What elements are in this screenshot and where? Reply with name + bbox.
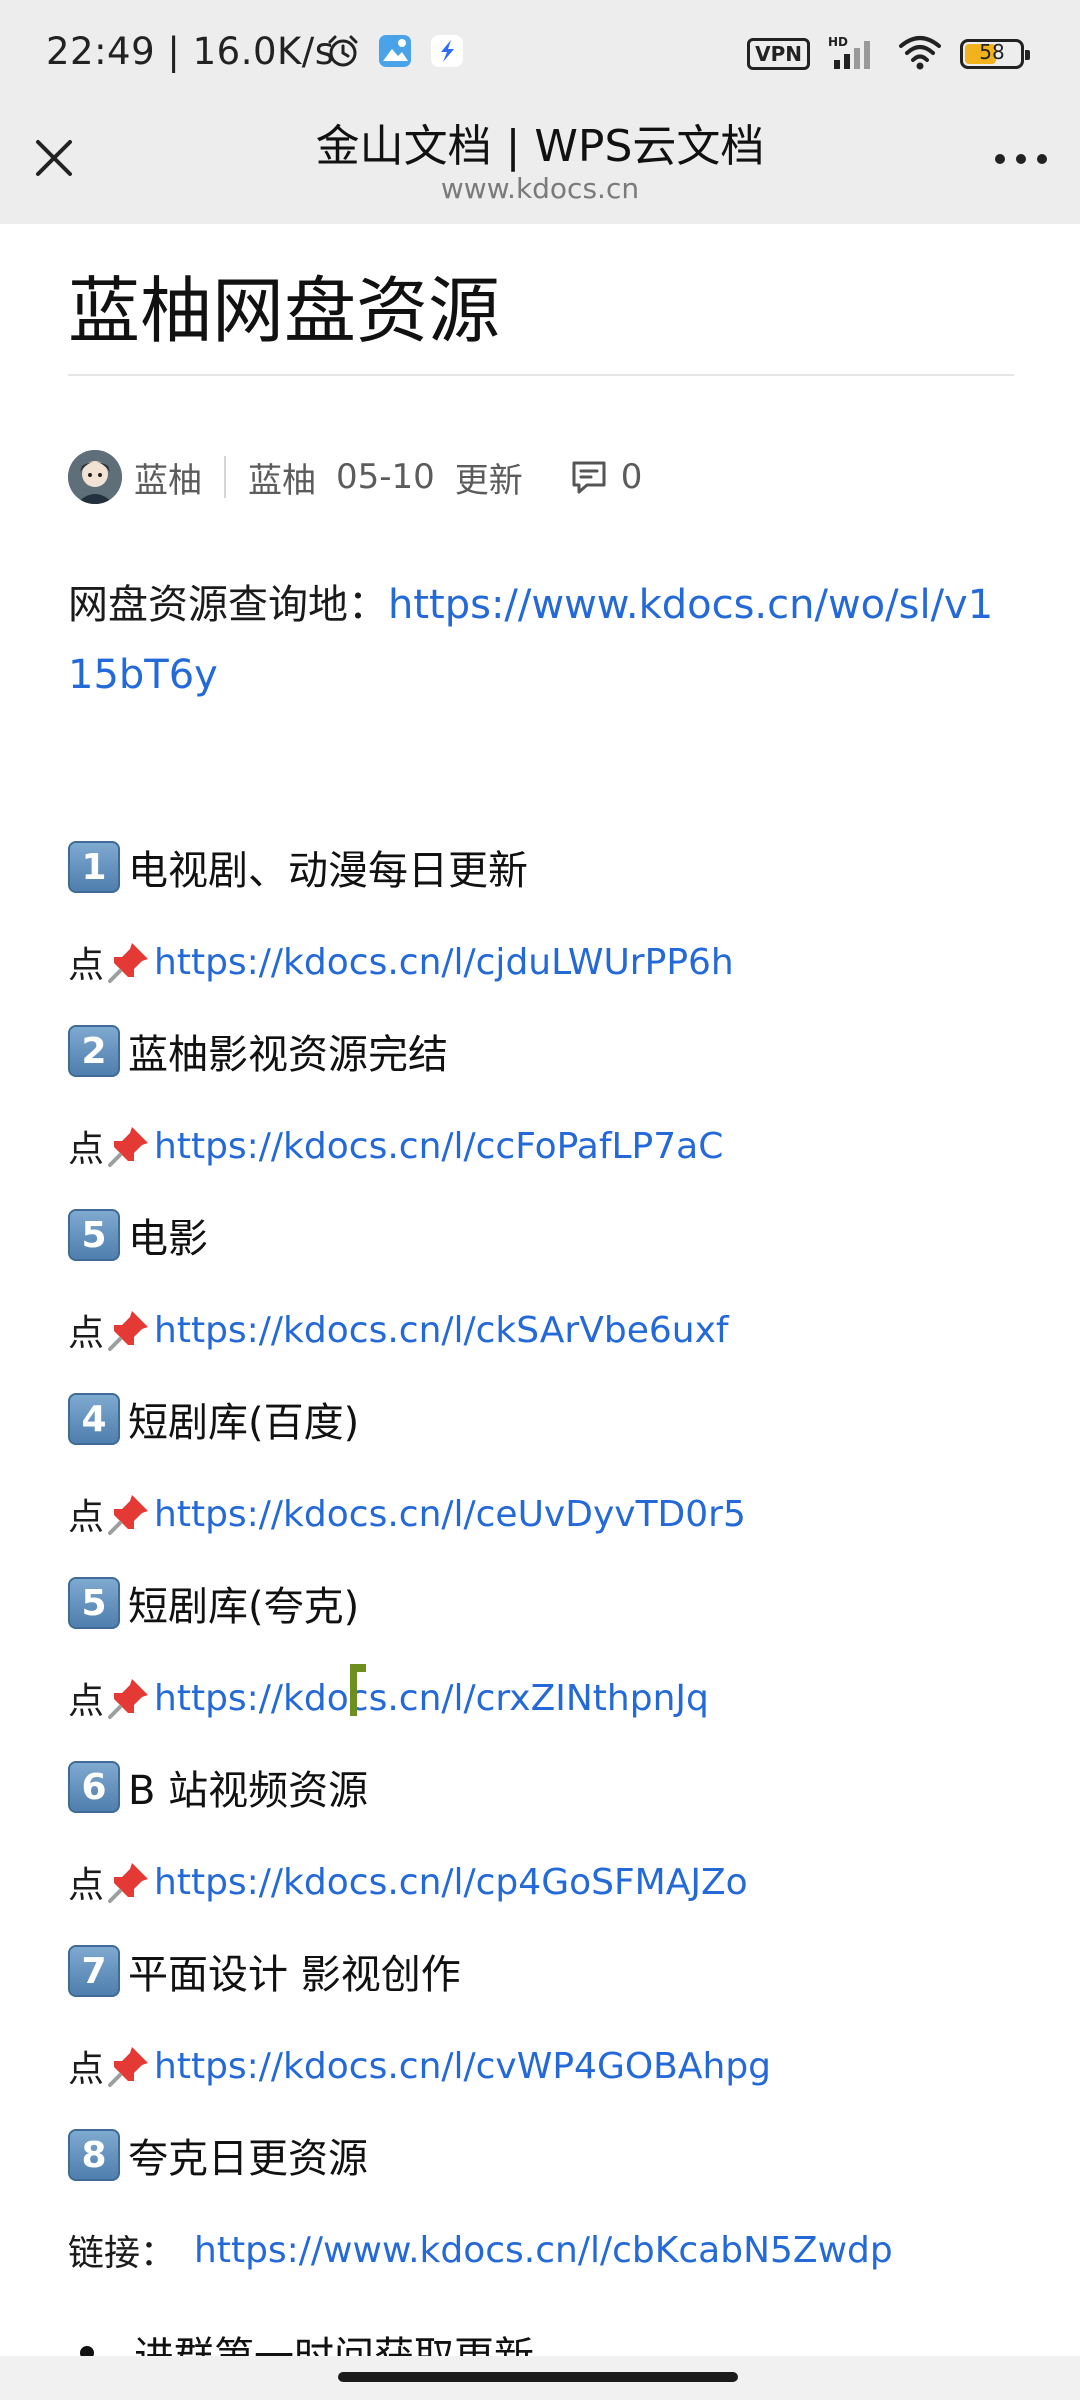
pushpin-icon <box>106 939 152 985</box>
section-link[interactable]: https://kdocs.cn/l/crxZINthpnJq <box>154 1678 709 1719</box>
keycap-number-icon: 8 <box>68 2129 120 2181</box>
query-label: 网盘资源查询地： <box>68 582 388 628</box>
author-name[interactable]: 蓝柚 <box>134 453 202 502</box>
section-link-line: 点 https://kdocs.cn/l/cjduLWUrPP6h <box>68 936 734 988</box>
section-title: 蓝柚影视资源完结 <box>128 1032 448 1078</box>
text-cursor-cap <box>350 1664 366 1672</box>
section-heading: 7 平面设计 影视创作 <box>68 1942 461 2000</box>
section-title: 电影 <box>128 1216 208 1262</box>
link-prefix: 点 <box>68 1313 105 1354</box>
hd-signal-icon: HD <box>828 34 880 74</box>
status-time: 22:49 | 16.0K/s <box>46 30 335 73</box>
pushpin-icon <box>106 1491 152 1537</box>
section-link-line: 点 https://kdocs.cn/l/ccFoPafLP7aC <box>68 1120 723 1172</box>
meta-separator <box>224 456 226 498</box>
keycap-number-icon: 6 <box>68 1761 120 1813</box>
section-heading: 5 短剧库(夸克) <box>68 1574 359 1632</box>
more-button[interactable] <box>986 130 1056 190</box>
alarm-icon <box>324 32 362 70</box>
more-icon <box>993 151 1049 170</box>
section-link[interactable]: https://kdocs.cn/l/cjduLWUrPP6h <box>154 942 734 983</box>
comment-icon[interactable] <box>569 457 609 497</box>
battery-nub <box>1025 50 1030 60</box>
link-prefix: 点 <box>68 1681 105 1722</box>
status-notification-icons <box>324 32 466 70</box>
section-link-line: 点 https://kdocs.cn/l/cvWP4GOBAhpg <box>68 2040 771 2092</box>
section-link[interactable]: https://www.kdocs.cn/l/cbKcabN5Zwdp <box>194 2230 893 2271</box>
pushpin-icon <box>106 1675 152 1721</box>
section-heading: 6 B 站视频资源 <box>68 1758 368 1816</box>
document-title: 蓝柚网盘资源 <box>68 269 501 353</box>
wifi-icon <box>898 34 942 74</box>
updated-label: 更新 <box>454 460 523 501</box>
section-title: 短剧库(夸克) <box>128 1584 360 1630</box>
section-link-line: 点 https://kdocs.cn/l/ceUvDyvTD0r5 <box>68 1488 746 1540</box>
section-title: 短剧库(百度) <box>128 1400 360 1446</box>
link-prefix: 点 <box>68 945 105 986</box>
updated-date: 05-10 <box>336 457 435 497</box>
link-prefix: 点 <box>68 2049 105 2090</box>
page-url: www.kdocs.cn <box>440 172 640 205</box>
section-title: B 站视频资源 <box>128 1768 369 1814</box>
title-bar: 金山文档 | WPS云文档 www.kdocs.cn <box>0 100 1080 224</box>
section-heading: 4 短剧库(百度) <box>68 1390 359 1448</box>
vpn-icon: VPN <box>747 38 810 70</box>
comment-count[interactable]: 0 <box>621 457 643 497</box>
status-bar: 22:49 | 16.0K/s VPN HD 58 <box>0 0 1080 100</box>
svg-text:HD: HD <box>828 35 848 49</box>
section-title: 平面设计 影视创作 <box>128 1952 461 1998</box>
section-link[interactable]: https://kdocs.cn/l/cvWP4GOBAhpg <box>154 2046 771 2087</box>
pushpin-icon <box>106 2043 152 2089</box>
page-title: 金山文档 | WPS云文档 <box>315 121 765 172</box>
section-link[interactable]: https://kdocs.cn/l/ceUvDyvTD0r5 <box>154 1494 746 1535</box>
section-heading: 5 电影 <box>68 1206 208 1264</box>
section-link-line: 点 https://kdocs.cn/l/ckSArVbe6uxf <box>68 1304 729 1356</box>
section-title: 电视剧、动漫每日更新 <box>128 848 528 894</box>
query-paragraph: 网盘资源查询地：https://www.kdocs.cn/wo/sl/v115b… <box>68 570 1014 710</box>
title-divider <box>68 374 1014 376</box>
section-heading: 2 蓝柚影视资源完结 <box>68 1022 448 1080</box>
section-heading: 1 电视剧、动漫每日更新 <box>68 838 528 896</box>
section-link[interactable]: https://kdocs.cn/l/cp4GoSFMAJZo <box>154 1862 748 1903</box>
avatar[interactable] <box>68 450 122 504</box>
section-link-line: 点 https://kdocs.cn/l/crxZINthpnJq <box>68 1672 709 1724</box>
section-link-line: 链接： https://www.kdocs.cn/l/cbKcabN5Zwdp <box>68 2224 893 2276</box>
pushpin-icon <box>106 1123 152 1169</box>
keycap-number-icon: 5 <box>68 1577 120 1629</box>
home-indicator[interactable] <box>338 2372 738 2382</box>
section-link-line: 点 https://kdocs.cn/l/cp4GoSFMAJZo <box>68 1856 748 1908</box>
link-prefix: 点 <box>68 1129 105 1170</box>
pushpin-icon <box>106 1859 152 1905</box>
app-notification-icon <box>428 32 466 70</box>
keycap-number-icon: 2 <box>68 1025 120 1077</box>
section-link[interactable]: https://kdocs.cn/l/ccFoPafLP7aC <box>154 1126 723 1167</box>
battery-percent: 58 <box>979 40 1005 64</box>
keycap-number-icon: 1 <box>68 841 120 893</box>
updated-by: 蓝柚 <box>248 460 316 501</box>
section-title: 夸克日更资源 <box>128 2136 368 2182</box>
section-link[interactable]: https://kdocs.cn/l/ckSArVbe6uxf <box>154 1310 729 1351</box>
battery-icon: 58 <box>960 39 1030 69</box>
link-prefix: 链接： <box>68 2233 177 2274</box>
status-system-icons: VPN HD 58 <box>747 34 1030 74</box>
keycap-number-icon: 5 <box>68 1209 120 1261</box>
section-heading: 8 夸克日更资源 <box>68 2126 368 2184</box>
link-prefix: 点 <box>68 1497 105 1538</box>
document-meta: 蓝柚 蓝柚 05-10 更新 0 <box>68 450 642 504</box>
keycap-number-icon: 7 <box>68 1945 120 1997</box>
keycap-number-icon: 4 <box>68 1393 120 1445</box>
gallery-app-icon <box>376 32 414 70</box>
link-prefix: 点 <box>68 1865 105 1906</box>
pushpin-icon <box>106 1307 152 1353</box>
